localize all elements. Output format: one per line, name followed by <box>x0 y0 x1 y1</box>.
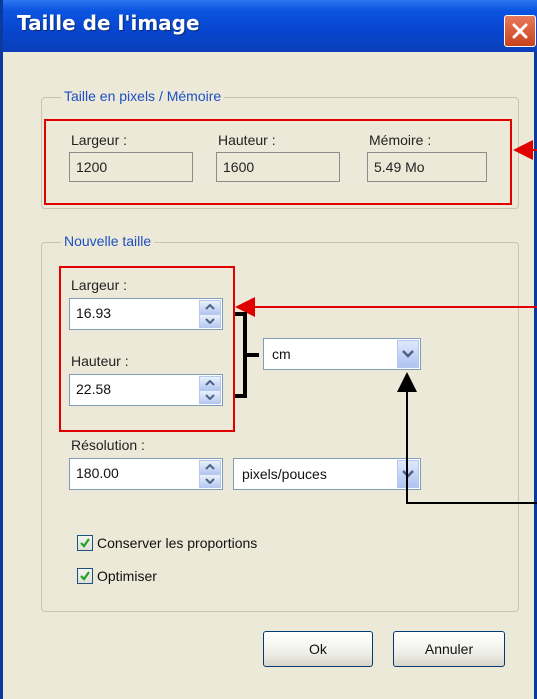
keep-proportions-checkbox-row[interactable]: Conserver les proportions <box>77 535 257 551</box>
ok-button-label: Ok <box>309 641 327 657</box>
close-icon <box>512 23 528 39</box>
pixel-size-highlight-box <box>44 119 512 205</box>
pixel-size-legend: Taille en pixels / Mémoire <box>61 88 225 104</box>
optimize-label: Optimiser <box>97 568 157 584</box>
resolution-unit-dropdown-button[interactable] <box>397 460 419 488</box>
resolution-spinner[interactable]: 180.00 <box>69 458 223 490</box>
resolution-increment-button[interactable] <box>199 460 221 474</box>
new-size-legend: Nouvelle taille <box>61 233 155 249</box>
ok-button[interactable]: Ok <box>263 631 373 667</box>
checkmark-icon <box>80 538 90 548</box>
cancel-button-label: Annuler <box>424 641 474 657</box>
new-size-highlight-box <box>59 266 235 432</box>
chevron-down-icon <box>205 478 215 484</box>
optimize-checkbox[interactable] <box>77 568 93 584</box>
unit-dropdown[interactable]: cm <box>263 338 421 370</box>
resolution-unit-dropdown[interactable]: pixels/pouces <box>233 458 421 490</box>
resolution-value[interactable]: 180.00 <box>76 465 119 481</box>
chevron-up-icon <box>205 464 215 470</box>
resolution-spin-buttons <box>199 460 221 488</box>
optimize-checkbox-row[interactable]: Optimiser <box>77 568 157 584</box>
close-button[interactable] <box>504 15 536 47</box>
unit-selected-value: cm <box>272 346 291 362</box>
chevron-down-icon <box>402 470 414 478</box>
resolution-unit-value: pixels/pouces <box>242 466 327 482</box>
cancel-button[interactable]: Annuler <box>393 631 505 667</box>
resolution-label: Résolution : <box>71 437 145 453</box>
title-bar[interactable]: Taille de l'image <box>3 0 537 52</box>
dialog-title: Taille de l'image <box>17 11 200 35</box>
resolution-decrement-button[interactable] <box>199 474 221 488</box>
checkmark-icon <box>80 571 90 581</box>
chevron-down-icon <box>402 350 414 358</box>
unit-dropdown-button[interactable] <box>397 340 419 368</box>
keep-proportions-checkbox[interactable] <box>77 535 93 551</box>
dialog-window: Taille de l'image Taille en pixels / Mém… <box>0 0 537 699</box>
keep-proportions-label: Conserver les proportions <box>97 535 258 551</box>
